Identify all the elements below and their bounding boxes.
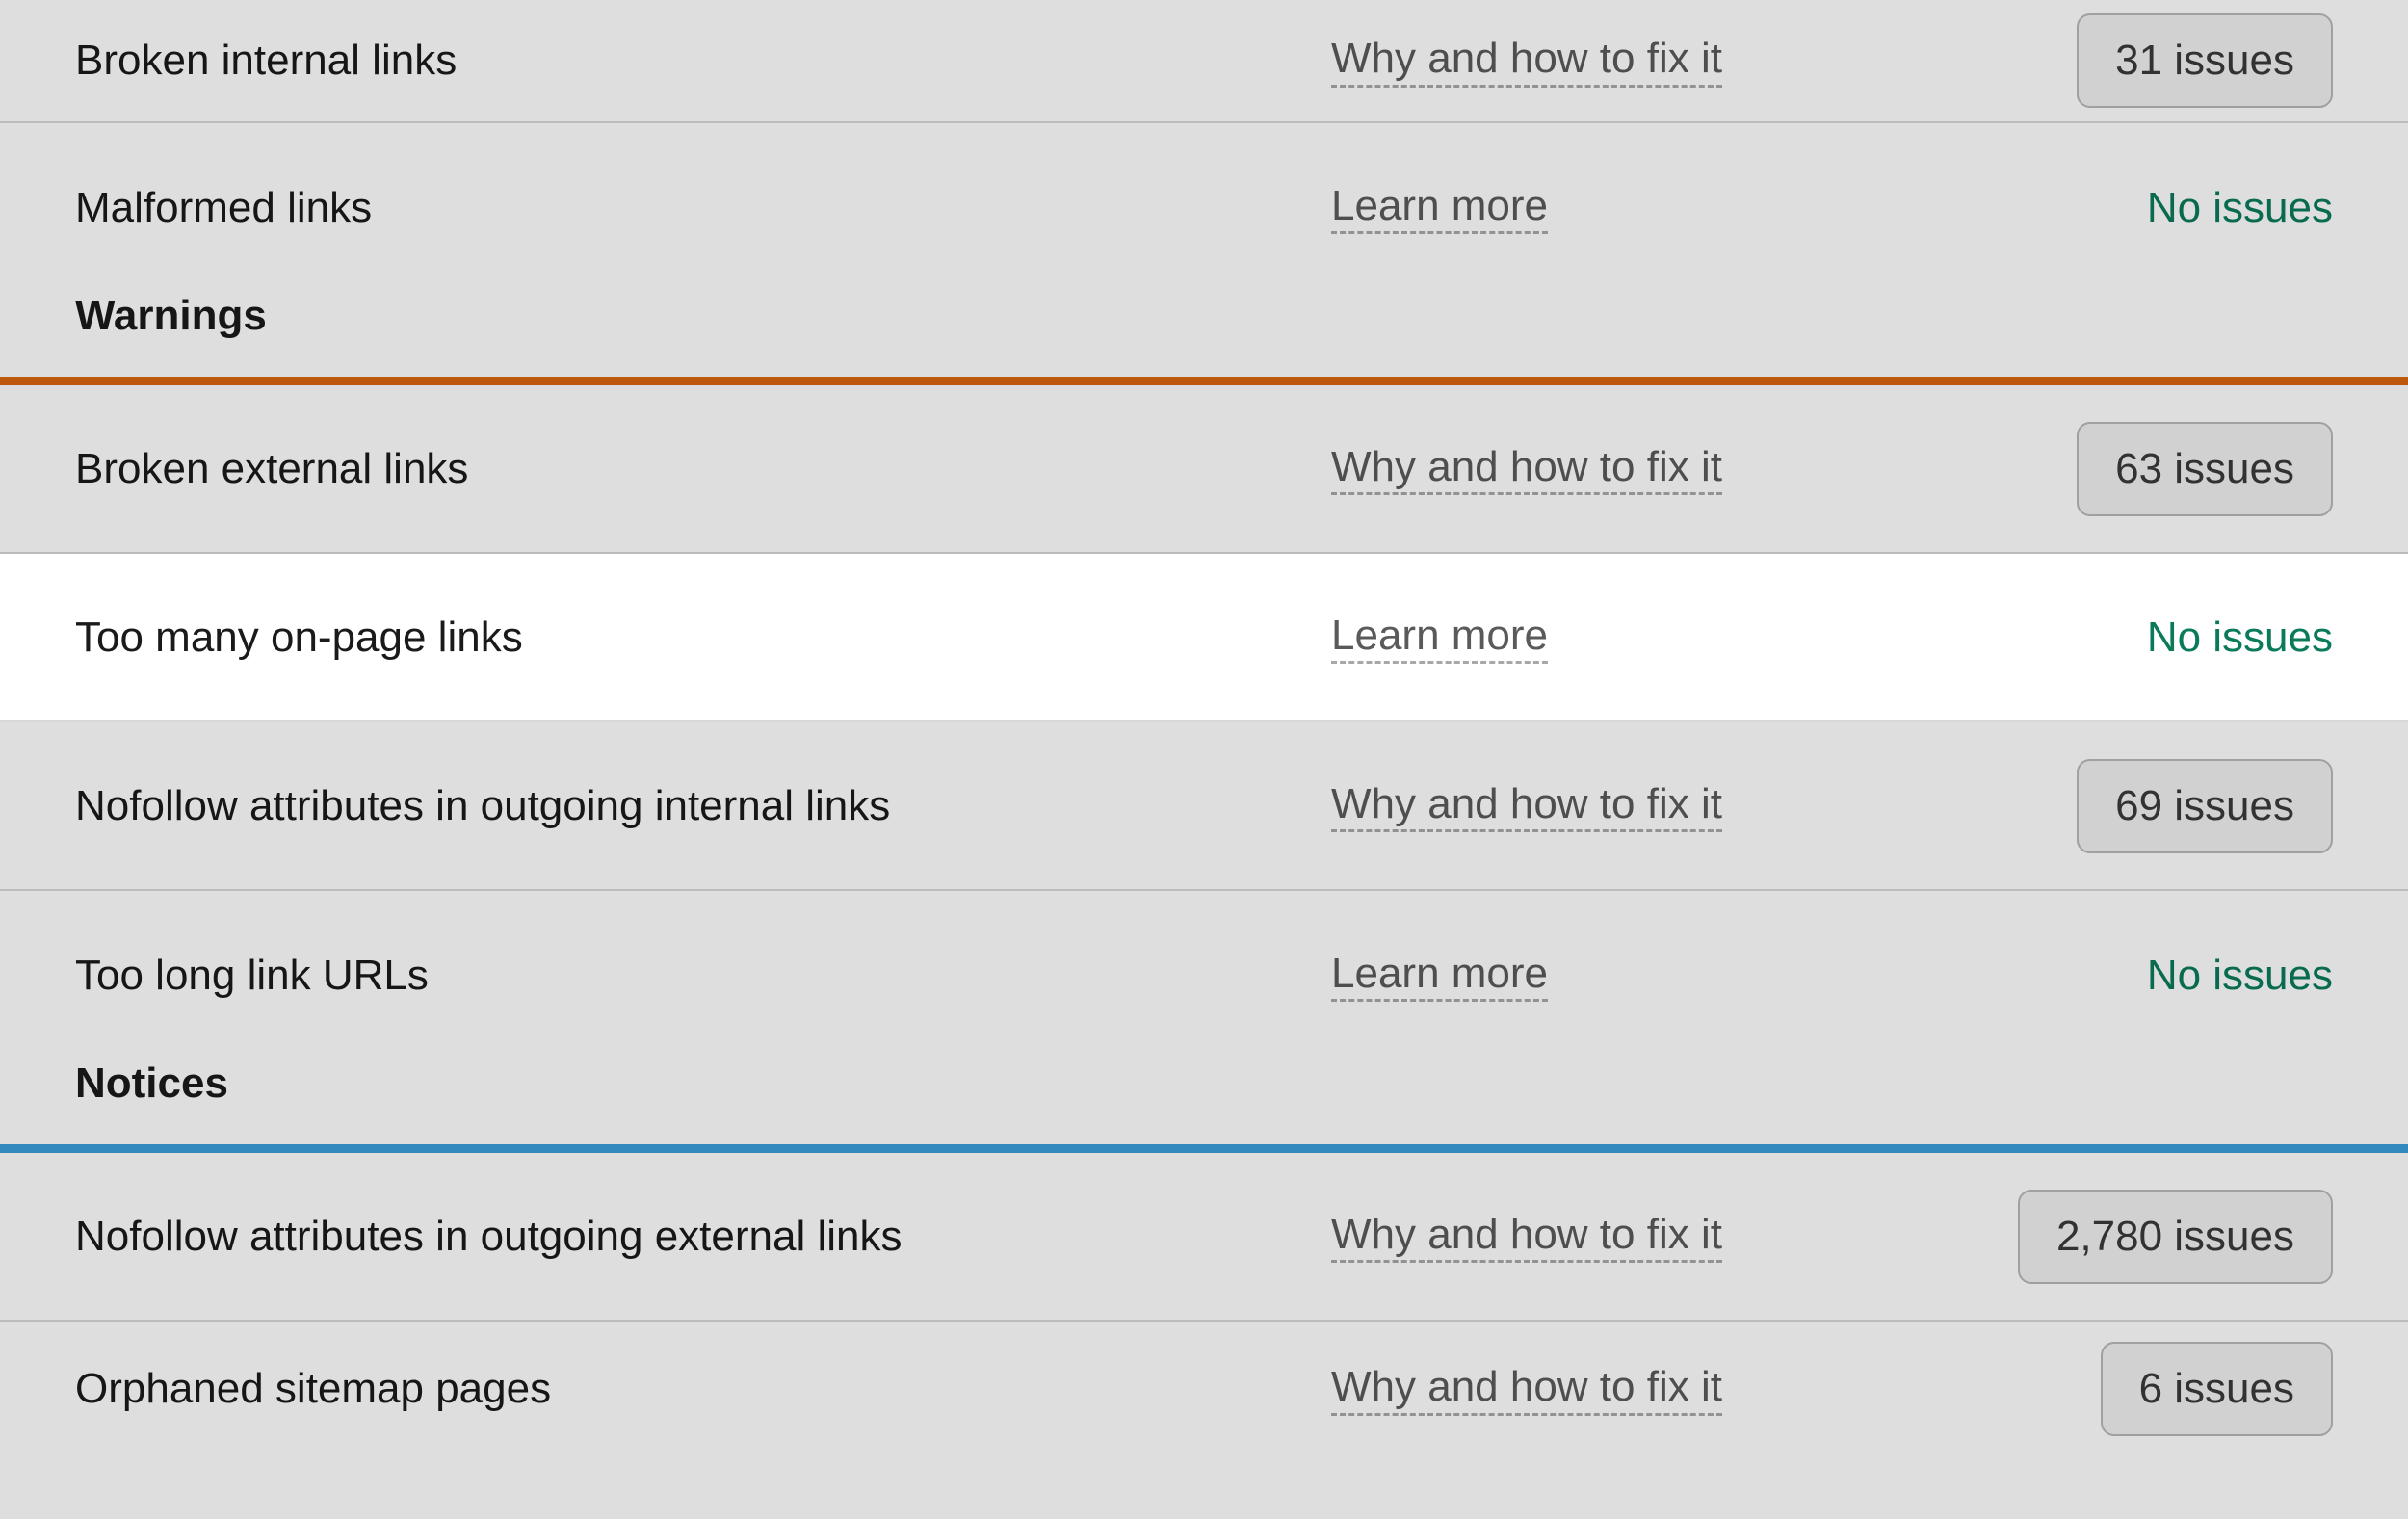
link-wrap: Why and how to fix it	[1331, 442, 1722, 496]
row-label-malformed: Malformed links	[75, 184, 769, 232]
table-row: Orphaned sitemap pages Why and how to fi…	[0, 1322, 2408, 1456]
why-fix-link[interactable]: Why and how to fix it	[1331, 442, 1722, 496]
no-issues-text: No issues	[2147, 614, 2333, 662]
row-content: Too long link URLs Learn more No issues	[75, 891, 2333, 1060]
table-row-highlighted: Too many on-page links Learn more No iss…	[0, 554, 2408, 722]
link-wrap: Why and how to fix it	[1331, 1210, 1722, 1264]
row-label-broken-external: Broken external links	[75, 445, 769, 493]
why-fix-link[interactable]: Why and how to fix it	[1331, 1362, 1722, 1416]
table-row: Malformed links Learn more No issues War…	[0, 123, 2408, 377]
issues-button[interactable]: 69 issues	[2077, 759, 2333, 853]
link-wrap: Learn more	[1331, 181, 1548, 235]
row-label-nofollow-external: Nofollow attributes in outgoing external…	[75, 1213, 902, 1261]
no-issues-text: No issues	[2147, 952, 2333, 1000]
link-wrap: Learn more	[1331, 949, 1548, 1003]
warnings-header: Warnings	[75, 292, 267, 377]
row-label-too-many-onpage: Too many on-page links	[75, 614, 769, 662]
learn-more-link[interactable]: Learn more	[1331, 611, 1548, 665]
row-label-nofollow-internal: Nofollow attributes in outgoing internal…	[75, 782, 890, 830]
no-issues-text: No issues	[2147, 184, 2333, 232]
table-row: Nofollow attributes in outgoing external…	[0, 1153, 2408, 1322]
row-content: Malformed links Learn more No issues	[75, 123, 2333, 292]
table-row: Nofollow attributes in outgoing internal…	[0, 722, 2408, 891]
row-label-orphaned-sitemap: Orphaned sitemap pages	[75, 1365, 769, 1413]
warnings-divider	[0, 377, 2408, 385]
issues-list: Broken internal links Why and how to fix…	[0, 0, 2408, 1456]
notices-header: Notices	[75, 1060, 228, 1144]
issues-button[interactable]: 63 issues	[2077, 422, 2333, 516]
issues-button[interactable]: 2,780 issues	[2018, 1190, 2333, 1284]
table-row: Too long link URLs Learn more No issues …	[0, 891, 2408, 1144]
why-fix-link[interactable]: Why and how to fix it	[1331, 34, 1722, 88]
link-wrap: Why and how to fix it	[1331, 34, 1722, 88]
why-fix-link[interactable]: Why and how to fix it	[1331, 1210, 1722, 1264]
learn-more-link[interactable]: Learn more	[1331, 181, 1548, 235]
row-right: No issues	[2147, 614, 2333, 662]
learn-more-link[interactable]: Learn more	[1331, 949, 1548, 1003]
notices-divider	[0, 1144, 2408, 1153]
row-right: 31 issues	[2077, 13, 2333, 108]
row-label-too-long-urls: Too long link URLs	[75, 952, 769, 1000]
table-row: Broken external links Why and how to fix…	[0, 385, 2408, 554]
table-row: Broken internal links Why and how to fix…	[0, 0, 2408, 123]
row-right: 6 issues	[2101, 1342, 2333, 1436]
row-right: No issues	[2147, 952, 2333, 1000]
link-wrap: Why and how to fix it	[1331, 1362, 1722, 1416]
row-right: No issues	[2147, 184, 2333, 232]
issues-button[interactable]: 31 issues	[2077, 13, 2333, 108]
row-right: 69 issues	[2077, 759, 2333, 853]
row-right: 2,780 issues	[2018, 1190, 2333, 1284]
issues-button[interactable]: 6 issues	[2101, 1342, 2333, 1436]
row-right: 63 issues	[2077, 422, 2333, 516]
why-fix-link[interactable]: Why and how to fix it	[1331, 779, 1722, 833]
link-wrap: Learn more	[1331, 611, 1548, 665]
row-label-broken-internal: Broken internal links	[75, 37, 769, 85]
link-wrap: Why and how to fix it	[1331, 779, 1722, 833]
